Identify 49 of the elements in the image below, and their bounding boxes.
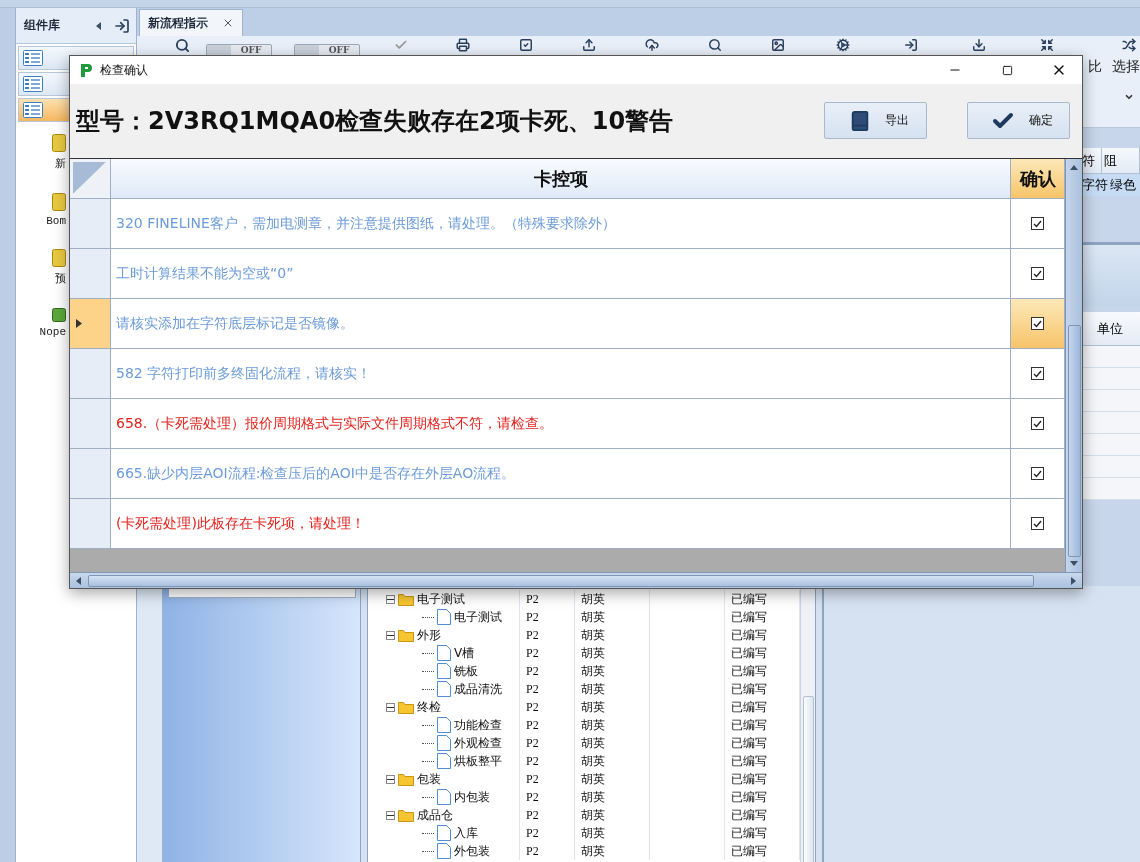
column-header: 单位	[1080, 312, 1140, 346]
table-cell: P2	[520, 824, 575, 842]
sidebar-title: 组件库	[24, 17, 61, 34]
table-cell: P2	[520, 644, 575, 662]
table-cell: 工时计算结果不能为空或“0”	[111, 249, 1011, 299]
table-cell: 绿色	[1108, 174, 1140, 196]
table-cell: 胡英	[575, 734, 650, 752]
table-cell: 胡英	[575, 752, 650, 770]
table-cell: P2	[520, 734, 575, 752]
table-cell: P2	[520, 680, 575, 698]
table-cell: 胡英	[575, 590, 650, 608]
column-header: 阻	[1102, 148, 1140, 174]
table-cell: 胡英	[575, 770, 650, 788]
result-heading: 型号：2V3RQ1MQA0检查失败存在2项卡死、10警告	[76, 105, 675, 137]
column-header: 确认	[1011, 159, 1065, 199]
table-cell: 胡英	[575, 644, 650, 662]
table-cell: 胡英	[575, 842, 650, 860]
table-cell: 胡英	[575, 626, 650, 644]
launcher-label: 预	[55, 272, 66, 286]
table-cell: (卡死需处理)此板存在卡死项，请处理！	[111, 499, 1011, 549]
launcher-label: 新	[55, 157, 66, 171]
table-cell: P2	[520, 608, 575, 626]
table-cell: P2	[520, 806, 575, 824]
table-cell: 胡英	[575, 806, 650, 824]
table-cell: 320 FINELINE客户，需加电测章，并注意提供图纸，请处理。（特殊要求除外）	[111, 199, 1011, 249]
table-cell: 胡英	[575, 824, 650, 842]
table-cell: P2	[520, 590, 575, 608]
table-cell: P2	[520, 842, 575, 860]
table-cell: P2	[520, 698, 575, 716]
table-cell: 请核实添加在字符底层标记是否镜像。	[111, 299, 1011, 349]
table-cell: P2	[520, 716, 575, 734]
table-cell: P2	[520, 788, 575, 806]
table-cell: 胡英	[575, 662, 650, 680]
table-cell: 胡英	[575, 788, 650, 806]
table-cell: P2	[520, 662, 575, 680]
column-header: 卡控项	[111, 159, 1011, 199]
launcher-label: Nope	[39, 326, 66, 338]
window-title: 检查确认	[100, 61, 149, 79]
table-cell: P2	[520, 752, 575, 770]
table-cell: P2	[520, 770, 575, 788]
table-cell: 658.（卡死需处理）报价周期格式与实际文件周期格式不符，请检查。	[111, 399, 1011, 449]
table-cell: P2	[520, 626, 575, 644]
launcher-label: Bom	[46, 215, 66, 227]
table-cell: 胡英	[575, 716, 650, 734]
table-cell: 胡英	[575, 698, 650, 716]
table-cell: 胡英	[575, 608, 650, 626]
table-cell: 665.缺少内层AOI流程:检查压后的AOI中是否存在外层AO流程。	[111, 449, 1011, 499]
table-cell: 胡英	[575, 680, 650, 698]
table-cell: 582 字符打印前多终固化流程，请核实！	[111, 349, 1011, 399]
